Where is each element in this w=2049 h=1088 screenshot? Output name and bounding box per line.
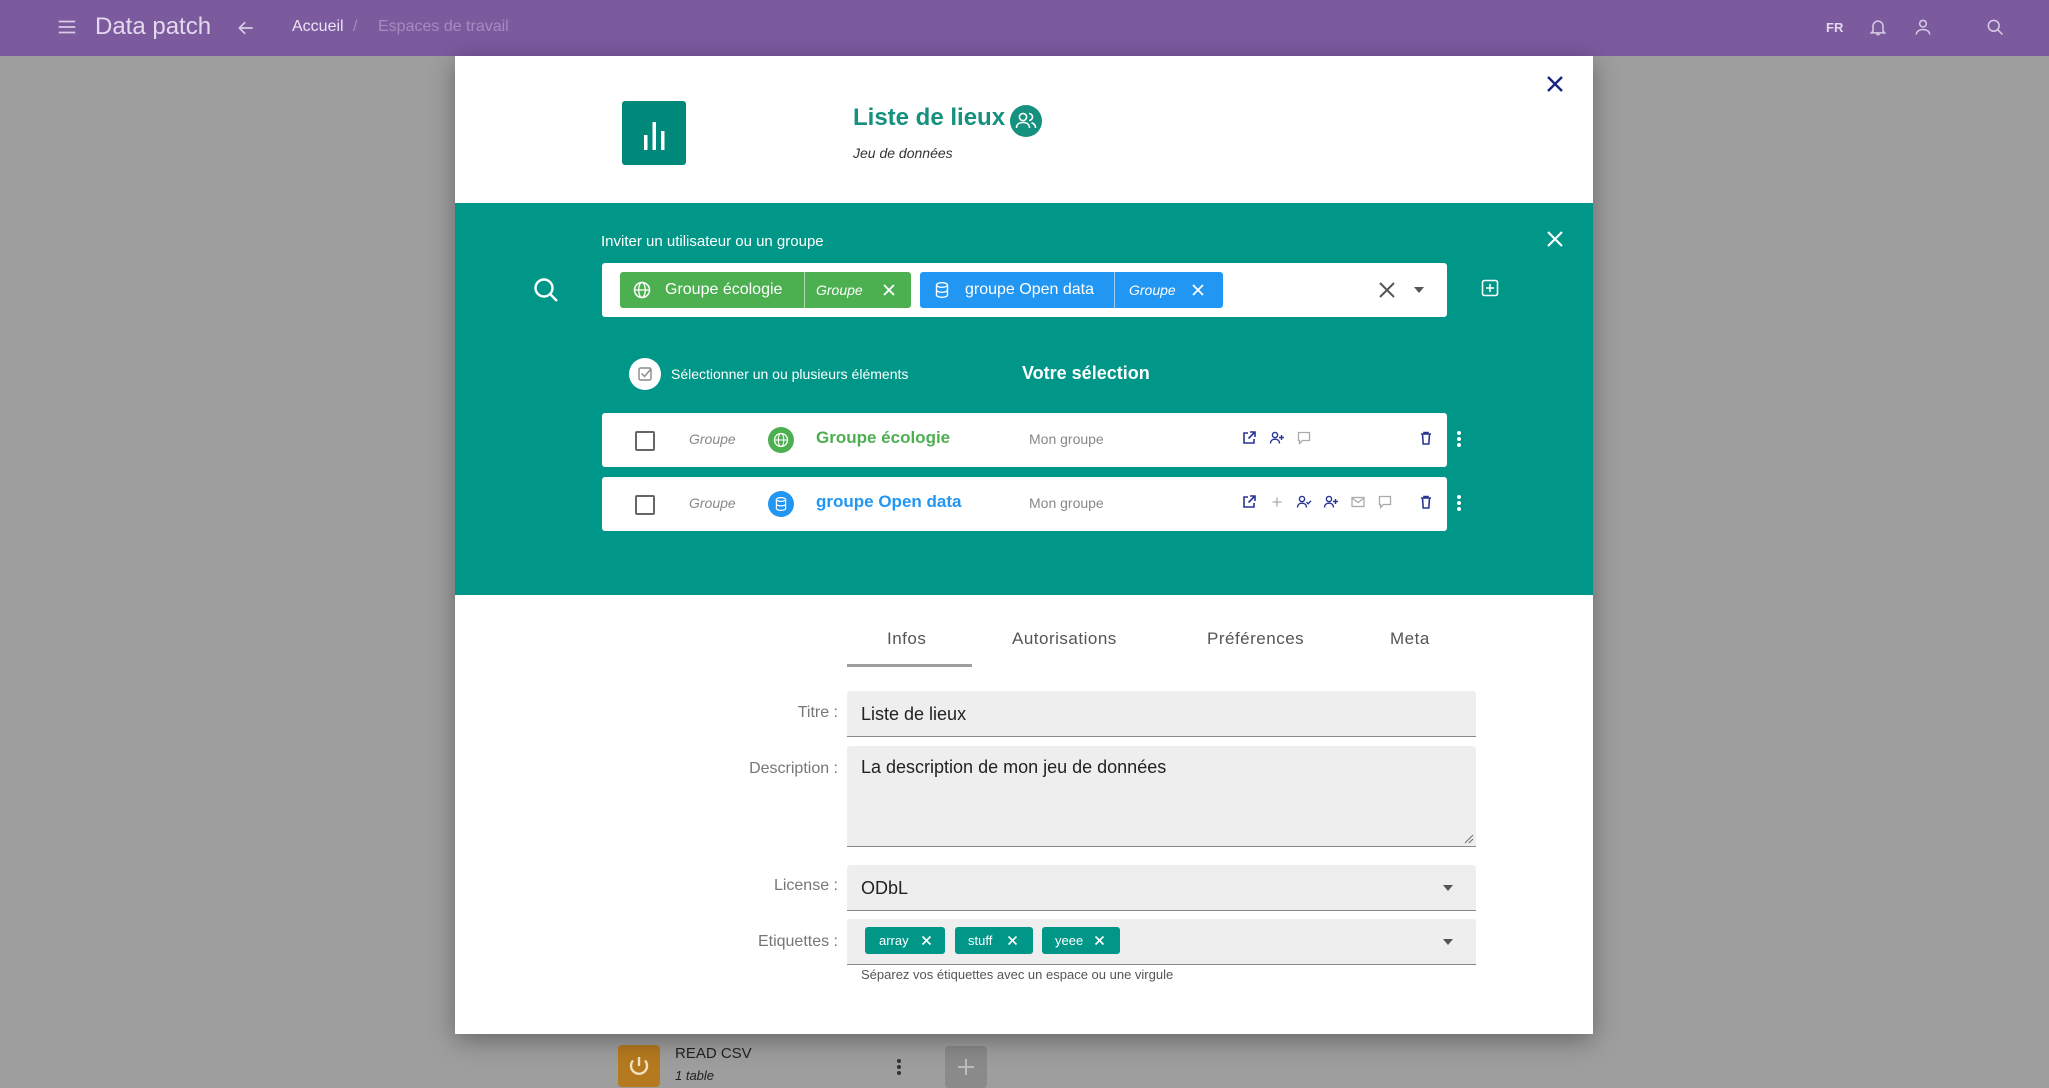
row-group: Mon groupe — [1029, 431, 1104, 447]
description-label: Description : — [749, 760, 838, 777]
remove-chip-icon[interactable] — [882, 283, 896, 297]
selection-row: Groupe groupe Open data Mon groupe — [602, 477, 1447, 531]
row-type: Groupe — [689, 431, 736, 447]
chevron-down-icon[interactable] — [1442, 884, 1454, 892]
menu-icon[interactable] — [56, 16, 78, 38]
dataset-type: Jeu de données — [853, 145, 953, 161]
open-in-new-icon[interactable] — [1241, 430, 1257, 446]
tag-chip[interactable]: yeee — [1042, 927, 1120, 954]
chip-divider — [804, 272, 805, 308]
chip-name: groupe Open data — [965, 281, 1094, 298]
resize-handle-icon[interactable] — [1462, 832, 1474, 844]
license-label: License : — [773, 877, 838, 894]
row-checkbox[interactable] — [635, 431, 655, 451]
chevron-down-icon[interactable] — [1442, 938, 1454, 946]
delete-icon[interactable] — [1418, 494, 1434, 510]
open-in-new-icon[interactable] — [1241, 494, 1257, 510]
select-all-checkbox[interactable] — [629, 358, 661, 390]
chip-type: Groupe — [816, 282, 863, 298]
row-name[interactable]: groupe Open data — [816, 492, 961, 512]
description-textarea[interactable]: La description de mon jeu de données — [847, 746, 1476, 847]
tab-infos[interactable]: Infos — [887, 629, 926, 649]
tab-autorisations[interactable]: Autorisations — [1012, 629, 1117, 649]
comment-icon[interactable] — [1296, 430, 1312, 446]
chip-name: Groupe écologie — [665, 281, 783, 298]
person-check-icon[interactable] — [1296, 494, 1312, 510]
power-button[interactable] — [618, 1045, 660, 1087]
select-label: Sélectionner un ou plusieurs éléments — [671, 366, 909, 382]
tab-preferences[interactable]: Préférences — [1207, 629, 1304, 649]
invite-panel — [455, 203, 1593, 595]
license-select[interactable]: ODbL — [847, 865, 1476, 911]
database-icon — [933, 281, 951, 299]
users-icon[interactable] — [1010, 105, 1042, 137]
person-add-icon[interactable] — [1269, 430, 1285, 446]
more-vert-icon[interactable] — [1456, 430, 1462, 448]
active-tab-indicator — [847, 664, 972, 667]
tag-label: stuff — [968, 933, 993, 948]
row-name[interactable]: Groupe écologie — [816, 428, 950, 448]
tags-label: Etiquettes : — [757, 933, 838, 950]
search-icon[interactable] — [1985, 17, 2005, 37]
top-app-bar: Data patch Accueil / Espaces de travail … — [0, 0, 2049, 56]
bell-icon[interactable] — [1868, 17, 1888, 37]
person-add-icon[interactable] — [1323, 494, 1339, 510]
mail-icon[interactable] — [1350, 494, 1366, 510]
tag-chip[interactable]: stuff — [955, 927, 1033, 954]
description-value: La description de mon jeu de données — [861, 757, 1167, 777]
selected-chip-groupe-ecologie[interactable]: Groupe écologie Groupe — [620, 272, 911, 308]
search-icon — [532, 276, 560, 304]
globe-icon — [768, 427, 794, 453]
more-vert-icon[interactable] — [1456, 494, 1462, 512]
add-button[interactable] — [945, 1046, 987, 1088]
selected-chip-groupe-open-data[interactable]: groupe Open data Groupe — [920, 272, 1223, 308]
chip-divider — [1114, 272, 1115, 308]
chevron-down-icon[interactable] — [1413, 286, 1425, 294]
remove-chip-icon[interactable] — [1191, 283, 1205, 297]
remove-tag-icon[interactable] — [1007, 935, 1018, 946]
title-value: Liste de lieux — [861, 704, 967, 724]
bar-chart-icon — [622, 101, 686, 165]
back-arrow-icon[interactable] — [236, 18, 256, 38]
clear-all-icon[interactable] — [1378, 281, 1396, 299]
invite-label: Inviter un utilisateur ou un groupe — [601, 233, 824, 250]
tag-label: yeee — [1055, 933, 1084, 948]
globe-icon — [633, 281, 651, 299]
tag-label: array — [879, 933, 909, 948]
tag-chip[interactable]: array — [865, 927, 945, 954]
background-item-subtitle: 1 table — [675, 1068, 715, 1083]
app-title[interactable]: Data patch — [95, 13, 211, 41]
add-box-icon[interactable] — [1481, 279, 1499, 297]
close-panel-icon[interactable] — [1547, 231, 1563, 247]
remove-tag-icon[interactable] — [1094, 935, 1105, 946]
more-vert-icon[interactable] — [896, 1058, 902, 1076]
language-switch[interactable]: FR — [1826, 20, 1843, 35]
breadcrumb-separator: / — [353, 18, 358, 35]
selection-row: Groupe Groupe écologie Mon groupe — [602, 413, 1447, 467]
license-value: ODbL — [861, 878, 909, 898]
user-icon[interactable] — [1913, 17, 1933, 37]
chip-type: Groupe — [1129, 282, 1176, 298]
background-item-name[interactable]: READ CSV — [675, 1045, 752, 1062]
row-group: Mon groupe — [1029, 495, 1104, 511]
plus-icon[interactable] — [1269, 494, 1285, 510]
close-icon[interactable] — [1546, 75, 1564, 93]
comment-icon[interactable] — [1377, 494, 1393, 510]
breadcrumb-home[interactable]: Accueil — [292, 18, 344, 36]
selection-title: Votre sélection — [1022, 363, 1150, 383]
tab-meta[interactable]: Meta — [1390, 629, 1430, 649]
delete-icon[interactable] — [1418, 430, 1434, 446]
breadcrumb-current[interactable]: Espaces de travail — [378, 18, 509, 36]
title-input[interactable]: Liste de lieux — [847, 691, 1476, 737]
row-type: Groupe — [689, 495, 736, 511]
remove-tag-icon[interactable] — [921, 935, 932, 946]
title-label: Titre : — [797, 704, 838, 721]
row-checkbox[interactable] — [635, 495, 655, 515]
database-icon — [768, 491, 794, 517]
dataset-title: Liste de lieux — [853, 104, 1006, 131]
tags-hint: Séparez vos étiquettes avec un espace ou… — [861, 967, 1174, 982]
